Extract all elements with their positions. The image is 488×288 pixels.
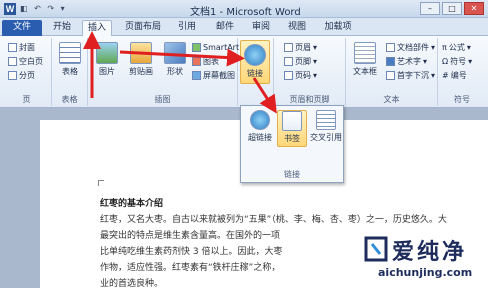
watermark-url: aichunjing.com	[378, 266, 473, 279]
watermark-logo-icon	[364, 236, 388, 262]
watermark-title: 爱纯净	[392, 240, 468, 265]
site-watermark: 爱纯净 aichunjing.com	[360, 232, 486, 286]
arrow-to-bookmark	[252, 77, 277, 114]
arrow-to-links-button	[119, 48, 245, 67]
